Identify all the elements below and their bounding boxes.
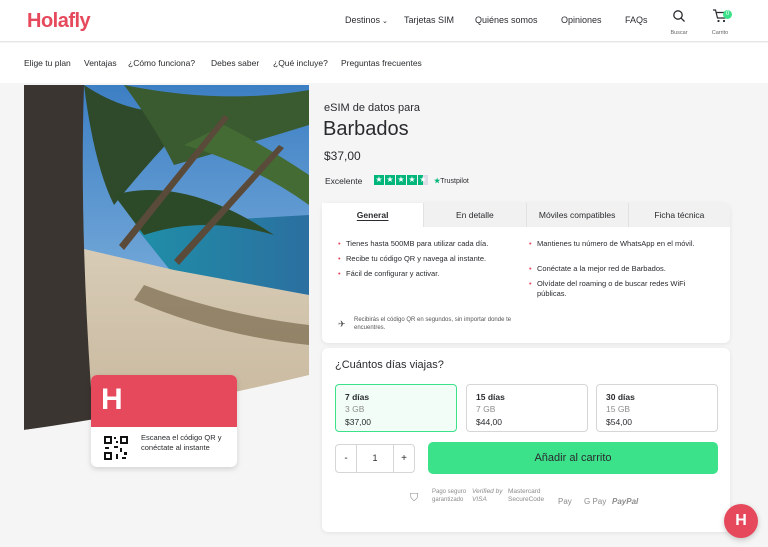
search-button[interactable]: Buscar (664, 9, 694, 36)
subnav-que-incluye[interactable]: ¿Qué incluye? (273, 58, 328, 68)
shield-icon: ⛉ (410, 492, 419, 504)
feature-item: Fácil de configurar y activar. (338, 269, 528, 279)
plan-data: 15 GB (606, 404, 631, 414)
secure-payment-label: Pago seguro garantizado (432, 489, 467, 503)
holafly-h-icon: H (101, 383, 123, 416)
plan-selector-card: ¿Cuántos días viajas? 7 días 3 GB $37,00… (322, 348, 730, 532)
qr-delivery-note: Recibirás el código QR en segundos, sin … (354, 317, 512, 331)
tab-general[interactable]: General (322, 203, 425, 227)
feature-item: Conéctate a la mejor red de Barbados. (529, 264, 714, 274)
star-icon: ★ (385, 175, 395, 185)
add-to-cart-button[interactable]: Añadir al carrito (428, 442, 718, 474)
subnav-debes-saber[interactable]: Debes saber (211, 58, 259, 68)
plan-option-30-days[interactable]: 30 días 15 GB $54,00 (596, 384, 718, 432)
tab-en-detalle[interactable]: En detalle (424, 203, 527, 227)
feature-item: Recibe tu código QR y navega al instante… (338, 254, 528, 264)
cart-button[interactable]: 0 Carrito (705, 9, 735, 36)
star-icon: ★ (407, 175, 417, 185)
qr-card: H Escanea el código QR y conéctate al in… (91, 375, 237, 467)
subnav-preguntas-frecuentes[interactable]: Preguntas frecuentes (341, 58, 422, 68)
quantity-input[interactable]: 1 (356, 445, 394, 472)
product-price: $37,00 (324, 149, 361, 163)
cart-label: Carrito (711, 30, 729, 36)
chevron-down-icon: ⌄ (382, 18, 388, 25)
google-pay-logo: G Pay (584, 497, 607, 506)
feature-item: Olvídate del roaming o de buscar redes W… (529, 279, 699, 299)
nav-quienes-somos[interactable]: Quiénes somos (475, 15, 538, 25)
qr-code-icon (103, 435, 129, 461)
plan-option-15-days[interactable]: 15 días 7 GB $44,00 (466, 384, 588, 432)
chat-button[interactable]: H (724, 504, 758, 538)
qr-card-banner: H (91, 375, 237, 427)
paypal-logo: PayPal (612, 497, 639, 506)
days-question: ¿Cuántos días viajas? (335, 359, 444, 371)
holafly-chat-icon: H (735, 512, 747, 529)
feature-item: Tienes hasta 500MB para utilizar cada dí… (338, 239, 528, 249)
plan-price: $54,00 (606, 417, 632, 427)
quantity-decrease-button[interactable]: - (336, 445, 356, 472)
mastercard-securecode-logo: Mastercard SecureCode (508, 488, 545, 503)
star-icon: ★ (396, 175, 406, 185)
qr-card-text: Escanea el código QR y conéctate al inst… (141, 433, 222, 452)
trustpilot-logo[interactable]: ★Trustpilot (434, 177, 469, 185)
top-header: Holafly Destinos ⌄ Tarjetas SIM Quiénes s… (0, 0, 768, 42)
plan-days: 15 días (476, 392, 505, 402)
search-icon (673, 10, 685, 22)
verified-by-visa-logo: Verified by VISA (472, 488, 503, 503)
section-nav: Elige tu plan Ventajas ¿Cómo funciona? D… (0, 43, 768, 83)
plan-price: $44,00 (476, 417, 502, 427)
nav-faqs[interactable]: FAQs (625, 15, 648, 25)
trustpilot-stars: ★ ★ ★ ★ ★ (374, 175, 428, 185)
product-subtitle: eSIM de datos para (324, 102, 421, 114)
trustpilot-label: Trustpilot (440, 178, 469, 185)
subnav-ventajas[interactable]: Ventajas (84, 58, 117, 68)
tab-moviles-compatibles[interactable]: Móviles compatibles (527, 203, 629, 227)
quantity-stepper: - 1 + (335, 444, 415, 473)
holafly-logo[interactable]: Holafly (27, 10, 91, 33)
star-half-icon: ★ (418, 175, 428, 185)
feature-item: Mantienes tu número de WhatsApp en el mó… (529, 239, 714, 249)
subnav-como-funciona[interactable]: ¿Cómo funciona? (128, 58, 195, 68)
details-tabs: General En detalle Móviles compatibles F… (322, 203, 730, 227)
product-title: Barbados (323, 118, 409, 140)
plan-data: 3 GB (345, 404, 365, 414)
quantity-increase-button[interactable]: + (394, 445, 414, 472)
star-icon: ★ (374, 175, 384, 185)
plane-icon: ✈ (338, 319, 346, 329)
plan-data: 7 GB (476, 404, 496, 414)
product-details-card: General En detalle Móviles compatibles F… (322, 203, 730, 343)
plan-option-7-days[interactable]: 7 días 3 GB $37,00 (335, 384, 457, 432)
plan-days: 30 días (606, 392, 635, 402)
nav-destinos[interactable]: Destinos ⌄ (345, 15, 388, 25)
rating-label: Excelente (325, 176, 363, 186)
nav-tarjetas-sim[interactable]: Tarjetas SIM (404, 15, 454, 25)
tab-ficha-tecnica[interactable]: Ficha técnica (629, 203, 730, 227)
plan-days: 7 días (345, 392, 370, 402)
nav-opiniones[interactable]: Opiniones (561, 15, 602, 25)
plan-price: $37,00 (345, 417, 371, 427)
search-label: Buscar (670, 30, 688, 36)
subnav-elige-plan[interactable]: Elige tu plan (24, 58, 71, 68)
nav-destinos-label: Destinos (345, 15, 381, 25)
apple-pay-logo: Pay (558, 497, 572, 506)
cart-count-badge: 0 (723, 10, 732, 19)
